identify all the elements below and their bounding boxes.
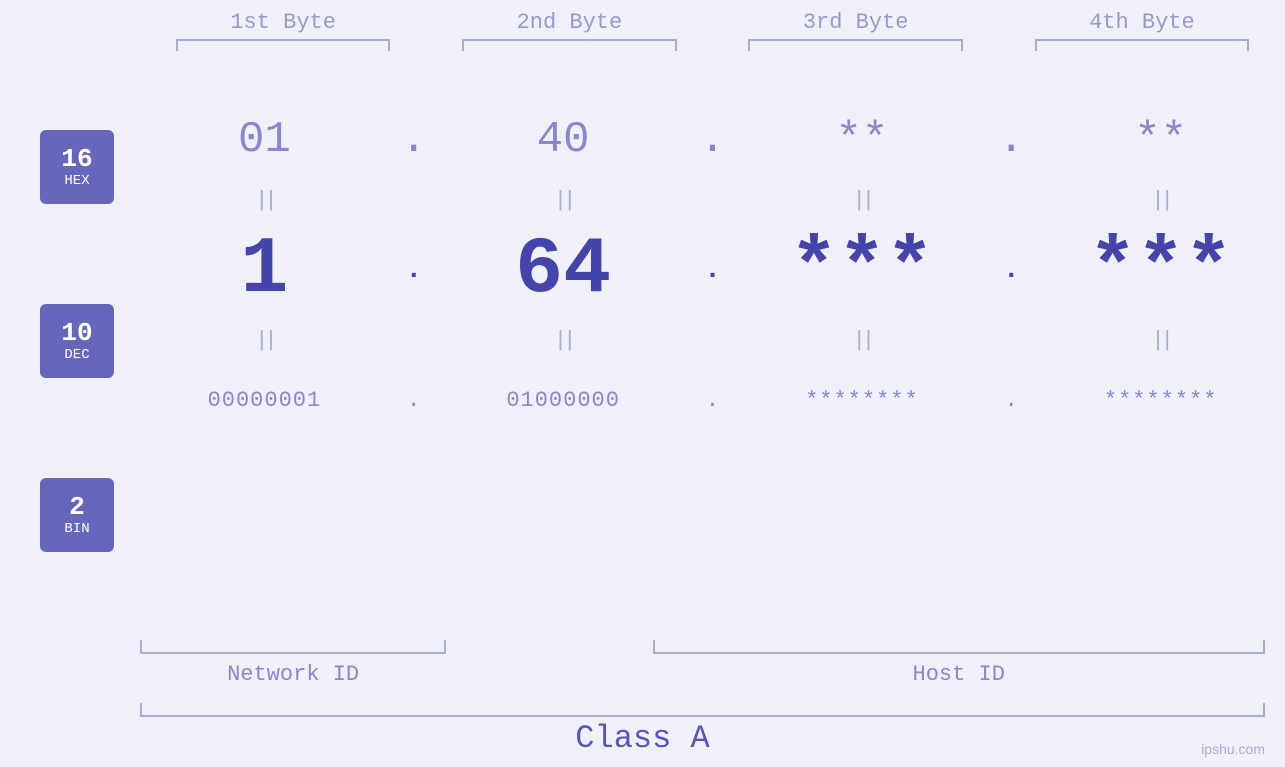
main-container: 1st Byte 2nd Byte 3rd Byte 4th Byte 16 H… — [0, 0, 1285, 767]
bin-base: BIN — [64, 521, 89, 537]
bottom-labels: Network ID Host ID — [140, 662, 1265, 687]
bin-dot-1: . — [389, 388, 439, 413]
eq-row-1: || || || || — [140, 180, 1285, 220]
byte-label-3: 3rd Byte — [713, 10, 999, 39]
bin-val-3: ******** — [738, 388, 987, 413]
bracket-cell-2 — [426, 39, 712, 51]
dec-val-4: *** — [1036, 225, 1285, 316]
network-id-bracket — [140, 640, 446, 654]
watermark: ipshu.com — [1201, 741, 1265, 757]
hex-dot-3: . — [986, 115, 1036, 165]
bracket-1 — [176, 39, 391, 51]
eq-1: || — [140, 188, 389, 213]
bracket-cell-3 — [713, 39, 999, 51]
hex-val-3: ** — [738, 115, 987, 165]
values-grid: 01 . 40 . ** . ** || — [0, 100, 1285, 440]
hex-val-1: 01 — [140, 115, 389, 165]
eq-row-2: || || || || — [140, 320, 1285, 360]
dec-val-3: *** — [738, 225, 987, 316]
host-id-bracket — [653, 640, 1266, 654]
eq2-3: || — [738, 328, 987, 353]
class-label: Class A — [0, 720, 1285, 757]
byte-label-1: 1st Byte — [140, 10, 426, 39]
bin-dot-3: . — [986, 388, 1036, 413]
hex-dot-2: . — [688, 115, 738, 165]
top-brackets — [0, 39, 1285, 51]
hex-row: 01 . 40 . ** . ** — [140, 100, 1285, 180]
dec-val-1: 1 — [140, 225, 389, 316]
dec-dot-2: . — [688, 255, 738, 286]
hex-val-4: ** — [1036, 115, 1285, 165]
bin-val-4: ******** — [1036, 388, 1285, 413]
bin-number: 2 — [69, 493, 85, 522]
byte-label-4: 4th Byte — [999, 10, 1285, 39]
dec-dot-3: . — [986, 255, 1036, 286]
hex-val-2: 40 — [439, 115, 688, 165]
bottom-brackets — [140, 640, 1265, 654]
eq-4: || — [1036, 188, 1285, 213]
eq2-1: || — [140, 328, 389, 353]
byte-label-2: 2nd Byte — [426, 10, 712, 39]
eq-3: || — [738, 188, 987, 213]
bin-badge: 2 BIN — [40, 478, 114, 552]
dec-val-2: 64 — [439, 225, 688, 316]
full-bottom-bracket — [140, 703, 1265, 717]
bracket-cell-1 — [140, 39, 426, 51]
bracket-cell-4 — [999, 39, 1285, 51]
dec-row: 1 . 64 . *** . *** — [140, 220, 1285, 320]
bin-val-1: 00000001 — [140, 388, 389, 413]
bracket-2 — [462, 39, 677, 51]
bin-val-2: 01000000 — [439, 388, 688, 413]
eq2-4: || — [1036, 328, 1285, 353]
header-row: 1st Byte 2nd Byte 3rd Byte 4th Byte — [0, 10, 1285, 39]
dec-dot-1: . — [389, 255, 439, 286]
eq2-2: || — [439, 328, 688, 353]
network-id-label: Network ID — [140, 662, 446, 687]
bin-dot-2: . — [688, 388, 738, 413]
bin-row: 00000001 . 01000000 . ******** . *******… — [140, 360, 1285, 440]
bottom-section: Network ID Host ID — [140, 640, 1265, 687]
eq-2: || — [439, 188, 688, 213]
hex-dot-1: . — [389, 115, 439, 165]
bracket-3 — [748, 39, 963, 51]
host-id-label: Host ID — [653, 662, 1266, 687]
bracket-4 — [1035, 39, 1250, 51]
